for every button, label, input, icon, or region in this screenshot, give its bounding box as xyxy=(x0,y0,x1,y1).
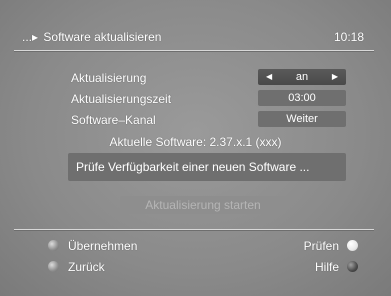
breadcrumb-arrow-icon: ▸ xyxy=(32,30,39,44)
arrow-right-icon[interactable]: ▶ xyxy=(332,69,338,85)
footer-label: Hilfe xyxy=(314,260,339,274)
header-divider xyxy=(14,50,374,51)
setting-row-aktualisierung[interactable]: Aktualisierung ◀ an ▶ xyxy=(68,68,346,86)
footer-label: Prüfen xyxy=(303,239,339,253)
clock: 10:18 xyxy=(333,30,364,44)
start-update-button[interactable]: Aktualisierung starten xyxy=(120,196,286,214)
setting-row-aktualisierungszeit[interactable]: Aktualisierungszeit 03:00 xyxy=(68,89,346,107)
arrow-left-icon[interactable]: ◀ xyxy=(266,69,272,85)
tv-menu-screen: ...▸ Software aktualisieren 10:18 Aktual… xyxy=(0,0,391,296)
setting-value: an xyxy=(295,71,309,83)
page-title: Software aktualisieren xyxy=(43,30,162,44)
setting-value-field[interactable]: 03:00 xyxy=(258,90,346,106)
footer-divider xyxy=(14,229,374,230)
setting-row-software-kanal[interactable]: Software–Kanal Weiter xyxy=(68,110,346,128)
setting-label: Software–Kanal xyxy=(71,113,156,127)
footer-check-button[interactable]: Prüfen xyxy=(290,238,358,254)
grey-button-icon xyxy=(48,261,59,272)
footer-label: Zurück xyxy=(68,260,105,274)
header-bar: ...▸ Software aktualisieren 10:18 xyxy=(14,26,374,48)
current-software-version: Aktuelle Software: 2.37.x.1 (xxx) xyxy=(109,135,282,149)
dark-button-icon xyxy=(347,261,358,272)
footer-help-button[interactable]: Hilfe xyxy=(290,259,358,275)
status-message: Prüfe Verfügbarkeit einer neuen Software… xyxy=(68,153,346,181)
white-button-icon xyxy=(347,240,358,251)
footer-label: Übernehmen xyxy=(68,239,138,253)
grey-button-icon xyxy=(48,240,59,251)
setting-label: Aktualisierung xyxy=(71,71,147,85)
breadcrumb: ...▸ Software aktualisieren xyxy=(22,30,161,44)
setting-value-field[interactable]: Weiter xyxy=(258,111,346,127)
setting-value-selector[interactable]: ◀ an ▶ xyxy=(258,69,346,85)
setting-label: Aktualisierungszeit xyxy=(71,92,172,106)
breadcrumb-prefix: ... xyxy=(22,30,33,44)
